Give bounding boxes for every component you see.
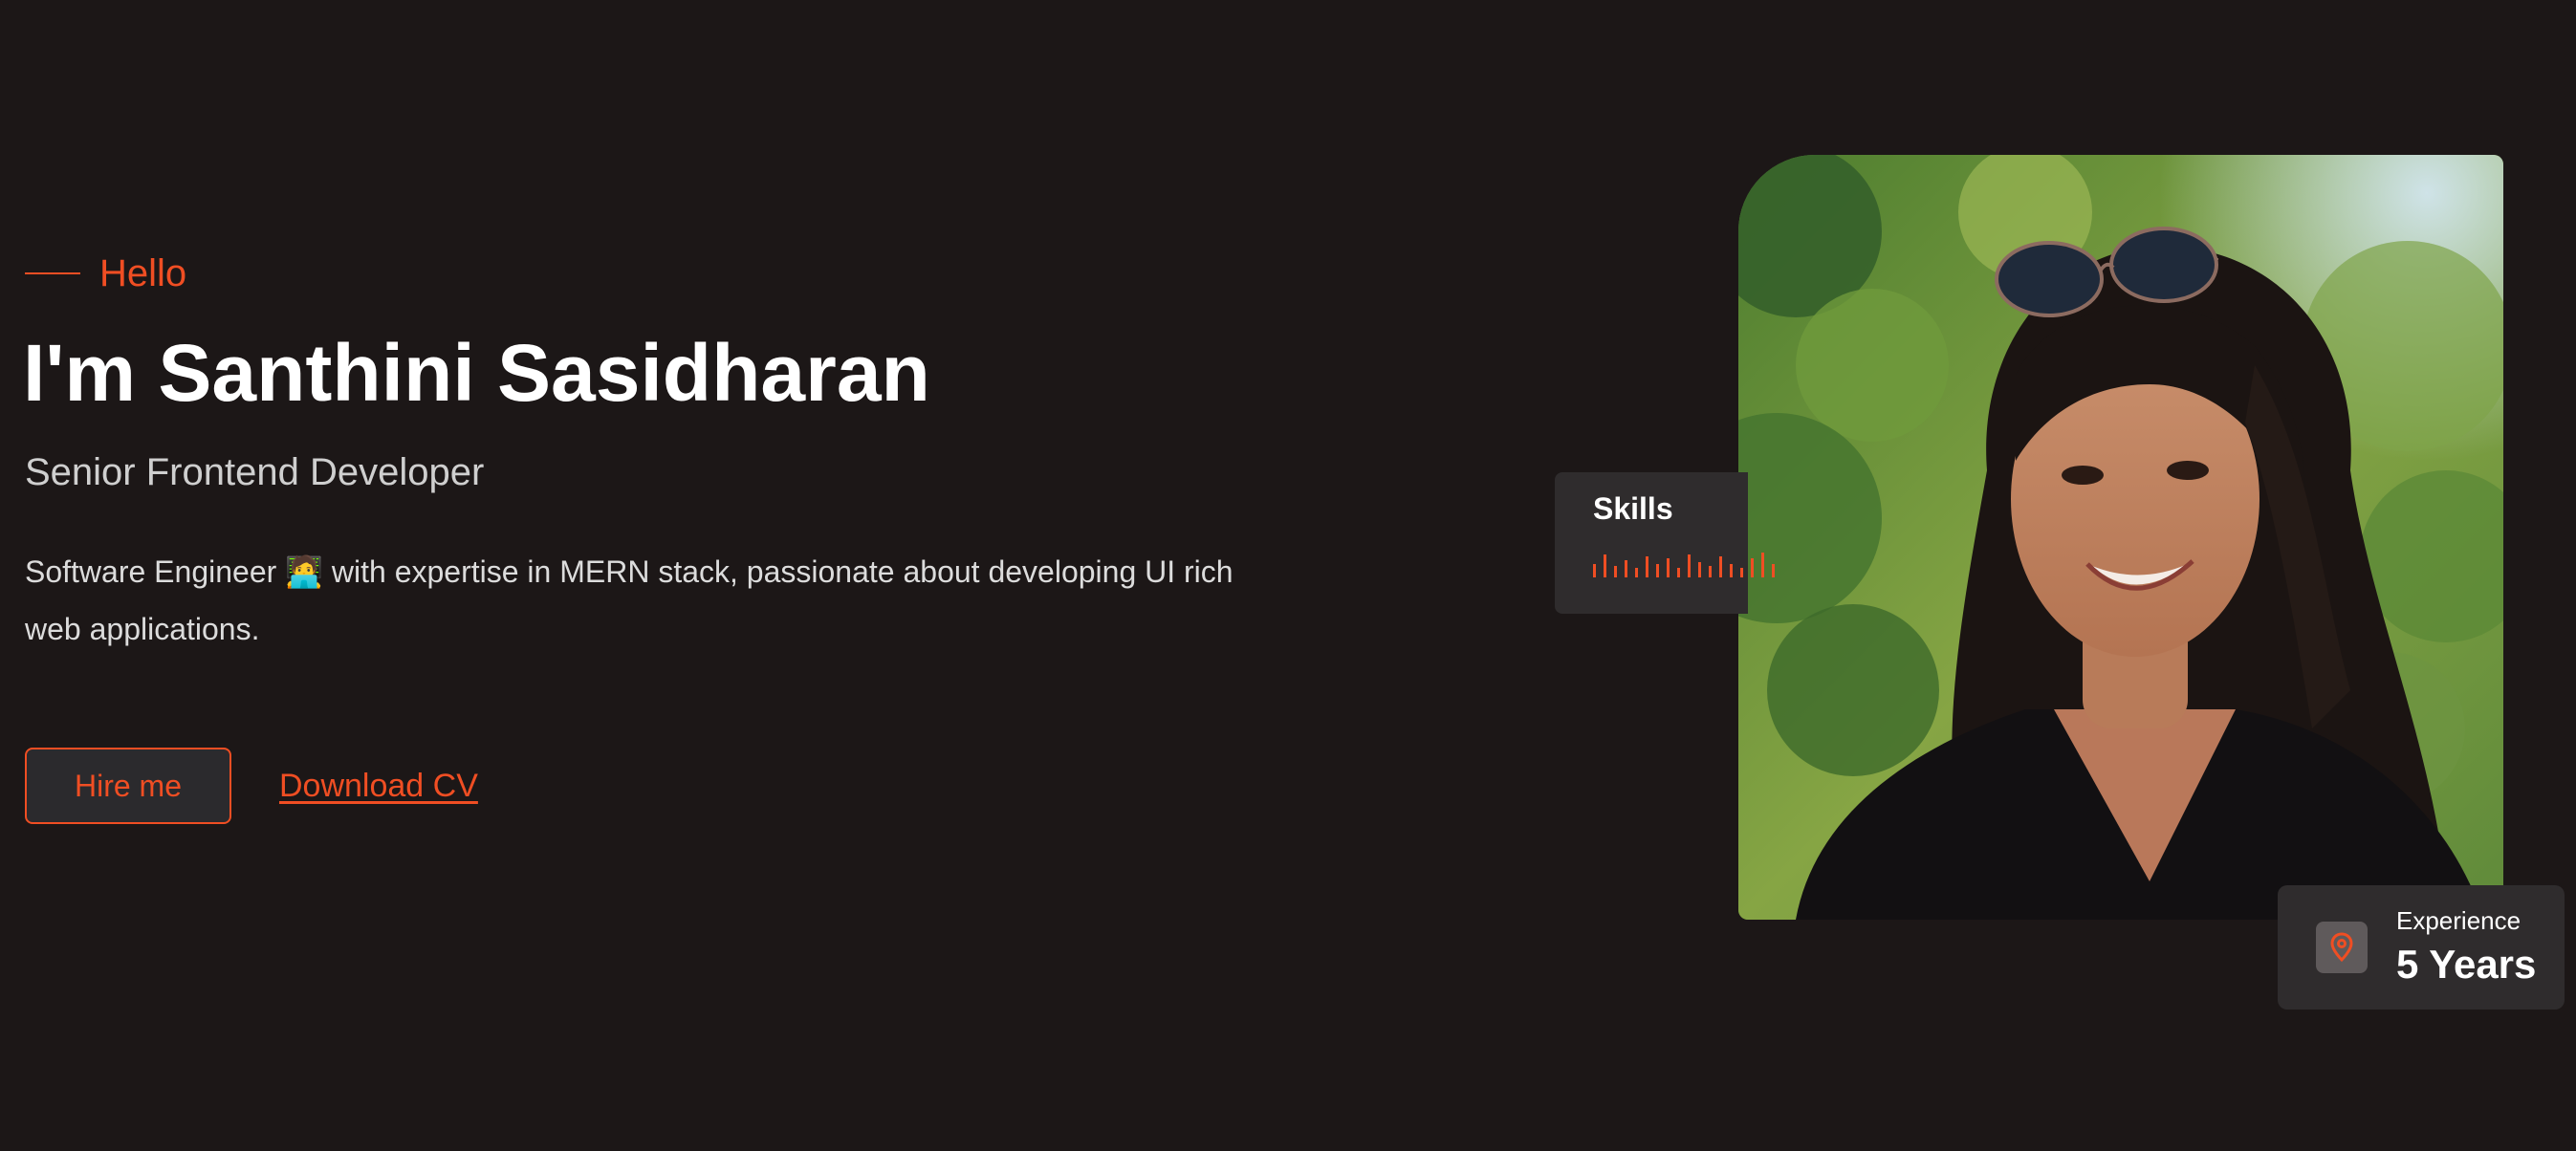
skills-bars-graphic	[1593, 553, 1775, 577]
greeting-text: Hello	[99, 252, 187, 294]
greeting-line	[25, 272, 80, 274]
experience-card: Experience 5 Years	[2278, 885, 2565, 1010]
profile-photo	[1738, 155, 2503, 920]
job-title: Senior Frontend Developer	[25, 451, 485, 493]
skills-title: Skills	[1593, 491, 1673, 526]
experience-label: Experience	[2396, 906, 2521, 935]
page-title: I'm Santhini Sasidharan	[23, 328, 930, 418]
bio-text: Software Engineer 🧑‍💻 with expertise in …	[25, 554, 1233, 646]
hire-me-button[interactable]: Hire me	[25, 748, 231, 824]
experience-value: 5 Years	[2396, 942, 2537, 987]
skills-card: Skills	[1555, 472, 1775, 614]
download-cv-link[interactable]: Download CV	[279, 765, 478, 807]
location-pin-icon	[2316, 922, 2368, 973]
greeting: Hello	[25, 247, 186, 300]
